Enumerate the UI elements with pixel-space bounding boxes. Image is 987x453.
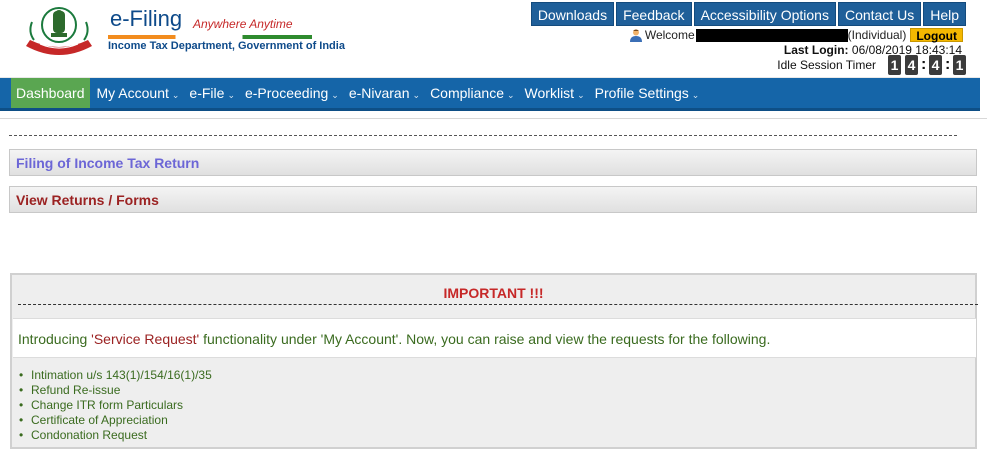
- dashed-divider: [18, 304, 978, 305]
- dashed-divider: [9, 135, 957, 136]
- idle-session-timer: Idle Session Timer 1 4 : 4 : 1: [777, 55, 966, 75]
- redacted-username: [695, 28, 848, 42]
- topnav-contact-us[interactable]: Contact Us: [837, 2, 922, 26]
- nav-label: My Account: [96, 85, 169, 101]
- logout-button[interactable]: Logout: [910, 28, 963, 43]
- nav-label: e-Nivaran: [348, 85, 410, 101]
- nav-e-file[interactable]: e-File ⌄: [184, 78, 240, 108]
- timer-digit: 1: [888, 55, 901, 75]
- list-item: Condonation Request: [14, 428, 212, 443]
- topnav-help[interactable]: Help: [923, 2, 966, 26]
- nav-compliance[interactable]: Compliance ⌄: [425, 78, 519, 108]
- service-request-intro: Introducing 'Service Request' functional…: [13, 318, 976, 358]
- list-item: Certificate of Appreciation: [14, 413, 212, 428]
- nav-label: Compliance: [430, 85, 504, 101]
- chevron-down-icon: ⌄: [331, 90, 339, 100]
- nav-e-proceeding[interactable]: e-Proceeding ⌄: [240, 78, 344, 108]
- brand-title: e-Filing: [110, 6, 183, 31]
- service-request-list: Intimation u/s 143(1)/154/16(1)/35 Refun…: [14, 368, 212, 443]
- service-request-highlight: 'Service Request': [91, 331, 200, 347]
- india-state-emblem-icon: [26, 7, 92, 55]
- nav-dashboard[interactable]: Dashboard: [11, 78, 90, 108]
- topnav-feedback[interactable]: Feedback: [616, 2, 692, 26]
- timer-digit: 1: [953, 55, 966, 75]
- user-avatar-icon: [629, 29, 642, 42]
- main-nav: Dashboard My Account ⌄ e-File ⌄ e-Proceedi…: [0, 78, 980, 111]
- nav-worklist[interactable]: Worklist ⌄: [520, 78, 590, 108]
- dashboard-content: Filing of Income Tax Return View Returns…: [0, 118, 987, 453]
- important-title: IMPORTANT !!!: [443, 285, 544, 301]
- nav-label: Worklist: [524, 85, 575, 101]
- timer-colon: :: [921, 56, 927, 73]
- intro-suffix: functionality under 'My Account'. Now, y…: [199, 331, 771, 347]
- timer-digit: 4: [905, 55, 918, 75]
- chevron-down-icon: ⌄: [412, 90, 421, 100]
- tricolor-divider: [108, 35, 312, 39]
- chevron-down-icon: ⌄: [577, 90, 585, 100]
- top-utility-nav: Downloads Feedback Accessibility Options…: [530, 2, 966, 26]
- nav-my-account[interactable]: My Account ⌄: [92, 78, 185, 108]
- list-item: Intimation u/s 143(1)/154/16(1)/35: [14, 368, 212, 383]
- nav-label: e-File: [189, 85, 225, 101]
- intro-prefix: Introducing: [18, 331, 92, 347]
- topnav-accessibility-options[interactable]: Accessibility Options: [693, 2, 836, 26]
- department-name: Income Tax Department, Government of Ind…: [108, 40, 345, 52]
- timer-colon: :: [945, 56, 951, 73]
- list-item: Change ITR form Particulars: [14, 398, 212, 413]
- important-notice: IMPORTANT !!! Introducing 'Service Reque…: [10, 273, 978, 449]
- user-type: (Individual): [847, 28, 907, 42]
- chevron-down-icon: ⌄: [227, 90, 235, 100]
- nav-profile-settings[interactable]: Profile Settings ⌄: [590, 78, 705, 108]
- welcome-bar: Welcome (Individual) Logout: [629, 28, 963, 43]
- view-returns-panel[interactable]: View Returns / Forms: [9, 186, 977, 213]
- idle-timer-label: Idle Session Timer: [777, 58, 876, 72]
- chevron-down-icon: ⌄: [171, 90, 180, 100]
- site-header: e-Filing Anywhere Anytime Income Tax Dep…: [0, 0, 980, 78]
- topnav-downloads[interactable]: Downloads: [530, 2, 615, 26]
- brand-tagline: Anywhere Anytime: [193, 17, 293, 31]
- list-item: Refund Re-issue: [14, 383, 212, 398]
- welcome-label: Welcome: [644, 28, 695, 42]
- chevron-down-icon: ⌄: [507, 90, 515, 100]
- timer-digit: 4: [929, 55, 942, 75]
- nav-label: Profile Settings: [594, 85, 689, 101]
- nav-e-nivaran[interactable]: e-Nivaran ⌄: [344, 78, 425, 108]
- chevron-down-icon: ⌄: [691, 90, 700, 100]
- nav-label: Dashboard: [16, 85, 85, 101]
- nav-label: e-Proceeding: [244, 85, 329, 101]
- filing-itr-panel[interactable]: Filing of Income Tax Return: [9, 149, 977, 176]
